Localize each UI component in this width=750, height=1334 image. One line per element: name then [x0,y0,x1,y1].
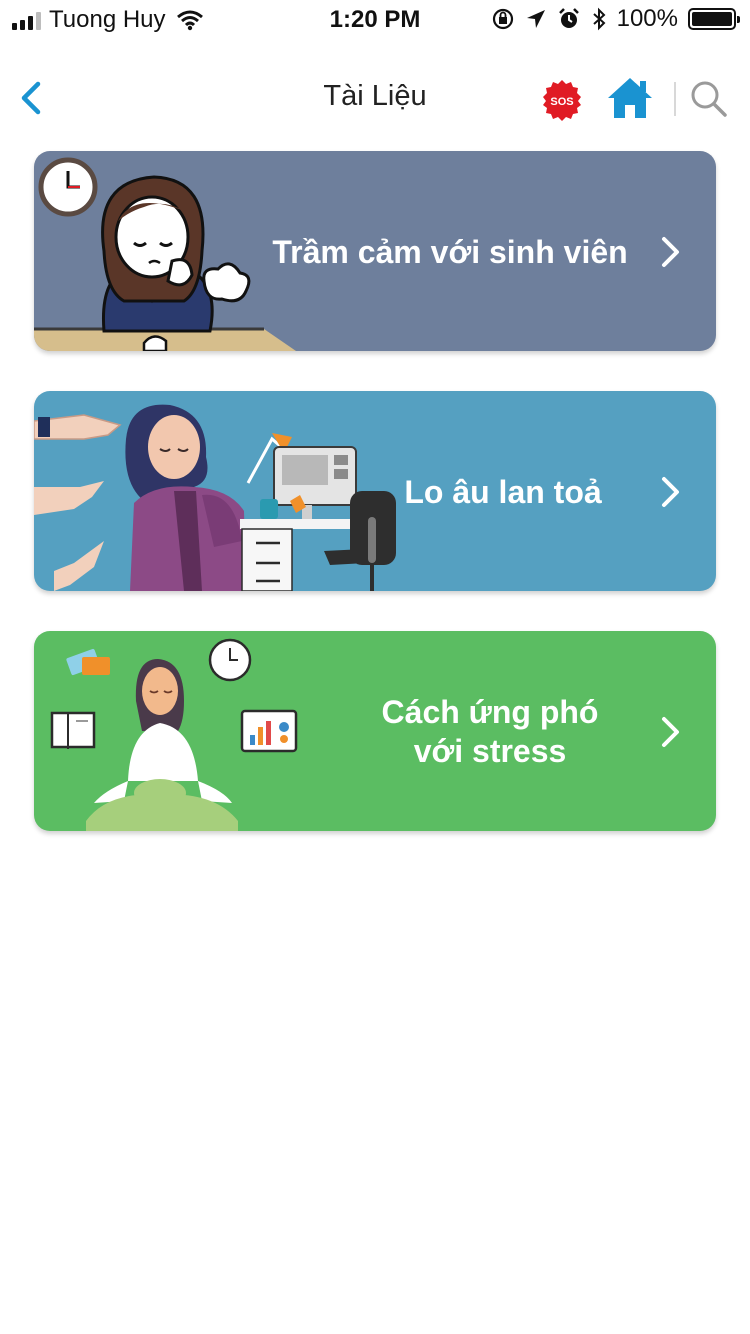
status-right: 100% [491,5,740,33]
sos-label: SOS [550,96,573,108]
card-depression-students[interactable]: Trầm cảm với sinh viên [34,151,716,351]
location-icon [526,10,545,28]
alarm-icon [558,8,579,28]
battery-icon [688,8,740,30]
card-title: Trầm cảm với sinh viên [272,234,628,270]
card-title-line-2: với stress [413,733,567,769]
anxious-worker-illustration [34,404,396,591]
status-bar: Tuong Huy 1:20 PM 100% [0,0,750,40]
home-icon[interactable] [604,74,656,122]
carrier-name: Tuong Huy [49,6,166,33]
chevron-right-icon [662,477,679,507]
chevron-right-icon [662,237,679,267]
wifi-icon [176,10,203,31]
chevron-right-icon [662,717,679,747]
sos-icon[interactable]: SOS [540,78,584,122]
status-left: Tuong Huy [12,6,204,34]
navigation-bar: Tài Liệu SOS [0,60,750,136]
card-title: Lo âu lan toả [404,474,602,510]
card-coping-stress[interactable]: Cách ứng phó với stress [34,631,716,831]
card-title: Cách ứng phó với stress [350,693,630,771]
orientation-lock-icon [492,8,513,30]
search-icon[interactable] [688,78,730,120]
nav-divider [674,82,676,116]
battery-percent: 100% [616,5,678,32]
card-title-line-1: Cách ứng phó [381,694,599,730]
card-anxiety[interactable]: Lo âu lan toả [34,391,716,591]
signal-icon [12,10,41,30]
bluetooth-icon [592,7,606,31]
meditation-illustration [50,638,298,831]
